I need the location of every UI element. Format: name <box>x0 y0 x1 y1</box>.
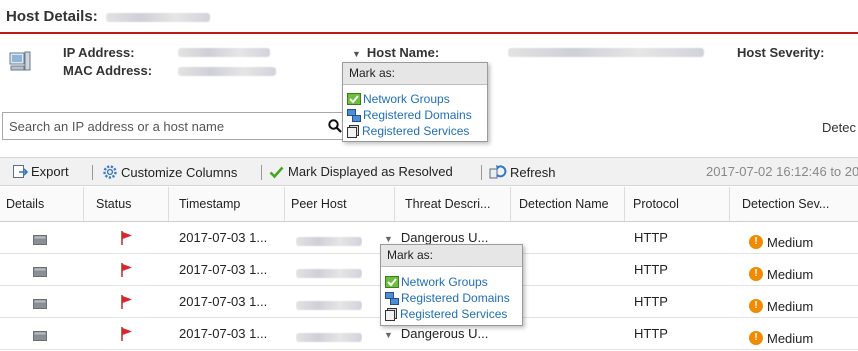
toolbar: Export Customize Columns Mark Displayed … <box>0 157 858 186</box>
severity-warning-icon: ! <box>749 331 763 345</box>
ip-address-value <box>178 48 270 57</box>
protocol-cell: HTTP <box>634 230 668 245</box>
menu-item-network-groups[interactable]: Network Groups <box>381 274 522 290</box>
column-header-detection-name[interactable]: Detection Name <box>511 187 625 221</box>
search-placeholder: Search an IP address or a host name <box>9 119 225 134</box>
toolbar-divider <box>261 165 262 180</box>
column-header-threat-description[interactable]: Threat Descri... <box>395 187 511 221</box>
column-header-details[interactable]: Details <box>0 187 84 221</box>
mac-address-value <box>178 67 276 76</box>
severity-warning-icon: ! <box>749 299 763 313</box>
timestamp-cell: 2017-07-03 1... <box>179 230 268 245</box>
timestamp-cell: 2017-07-03 1... <box>179 326 268 341</box>
menu-item-registered-services[interactable]: Registered Services <box>381 306 522 322</box>
column-header-peer-host[interactable]: Peer Host <box>285 187 395 221</box>
chevron-down-icon: ▼ <box>352 49 361 59</box>
column-header-detection-severity[interactable]: Detection Sev... <box>730 187 858 221</box>
status-flag-icon <box>121 286 133 318</box>
network-groups-icon <box>385 276 399 288</box>
date-range: 2017-07-02 16:12:46 to 20 <box>706 164 858 179</box>
checkmark-icon <box>269 166 284 178</box>
menu-item-registered-domains[interactable]: Registered Domains <box>343 107 487 123</box>
host-ip-redacted <box>105 12 210 22</box>
column-header-status[interactable]: Status <box>84 187 169 221</box>
computer-icon <box>9 51 31 76</box>
registered-domains-icon <box>385 291 399 305</box>
refresh-button[interactable]: Refresh <box>489 164 556 180</box>
details-icon[interactable] <box>33 286 47 318</box>
peer-host-cell <box>296 222 362 254</box>
column-header-protocol[interactable]: Protocol <box>625 187 730 221</box>
peer-host-cell <box>296 254 362 286</box>
peer-host-cell <box>296 318 362 350</box>
registered-services-icon <box>347 124 359 138</box>
registered-domains-icon <box>347 108 361 122</box>
customize-columns-button[interactable]: Customize Columns <box>102 164 237 180</box>
severity-cell: ! Medium <box>749 254 813 286</box>
mac-address-label: MAC Address: <box>63 63 153 78</box>
gear-icon <box>103 165 117 179</box>
status-flag-icon <box>121 318 133 350</box>
host-name-dropdown[interactable]: ▼ Host Name: <box>352 45 439 60</box>
search-icon[interactable] <box>328 119 342 133</box>
menu-item-registered-domains[interactable]: Registered Domains <box>381 290 522 306</box>
page-title: Host Details: <box>6 8 210 25</box>
timestamp-cell: 2017-07-03 1... <box>179 262 268 277</box>
mark-as-menu-header: Mark as: <box>343 63 487 85</box>
refresh-icon <box>489 165 507 179</box>
mark-as-menu: Mark as: Network Groups Registered Domai… <box>342 62 488 142</box>
detection-label: Detec <box>822 120 856 135</box>
header-divider <box>0 32 858 34</box>
export-button[interactable]: Export <box>12 164 69 179</box>
details-icon[interactable] <box>33 222 47 254</box>
mark-resolved-button[interactable]: Mark Displayed as Resolved <box>269 164 453 179</box>
details-icon[interactable] <box>33 254 47 286</box>
severity-cell: ! Medium <box>749 286 813 318</box>
protocol-cell: HTTP <box>634 294 668 309</box>
status-flag-icon <box>121 254 133 286</box>
search-input[interactable]: Search an IP address or a host name <box>2 112 344 140</box>
row-mark-as-menu: Mark as: Network Groups Registered Domai… <box>380 244 523 326</box>
severity-warning-icon: ! <box>749 235 763 249</box>
timestamp-cell: 2017-07-03 1... <box>179 294 268 309</box>
peer-host-cell <box>296 286 362 318</box>
chevron-down-icon: ▼ <box>384 330 393 340</box>
status-flag-icon <box>121 222 133 254</box>
ip-address-label: IP Address: <box>63 45 135 60</box>
toolbar-divider <box>481 165 482 180</box>
details-icon[interactable] <box>33 318 47 350</box>
menu-item-network-groups[interactable]: Network Groups <box>343 91 487 107</box>
menu-item-registered-services[interactable]: Registered Services <box>343 123 487 139</box>
protocol-cell: HTTP <box>634 262 668 277</box>
export-icon <box>13 165 28 178</box>
severity-warning-icon: ! <box>749 267 763 281</box>
column-header-timestamp[interactable]: Timestamp <box>169 187 285 221</box>
chevron-down-icon: ▼ <box>384 234 393 244</box>
severity-cell: ! Medium <box>749 318 813 350</box>
registered-services-icon <box>385 307 397 321</box>
network-groups-icon <box>347 93 361 105</box>
host-name-value <box>508 48 704 57</box>
host-severity-label: Host Severity: <box>737 45 825 60</box>
host-name-label: Host Name: <box>366 45 440 60</box>
mark-as-menu-header: Mark as: <box>381 245 522 267</box>
severity-cell: ! Medium <box>749 222 813 254</box>
protocol-cell: HTTP <box>634 326 668 341</box>
toolbar-divider <box>92 165 93 180</box>
